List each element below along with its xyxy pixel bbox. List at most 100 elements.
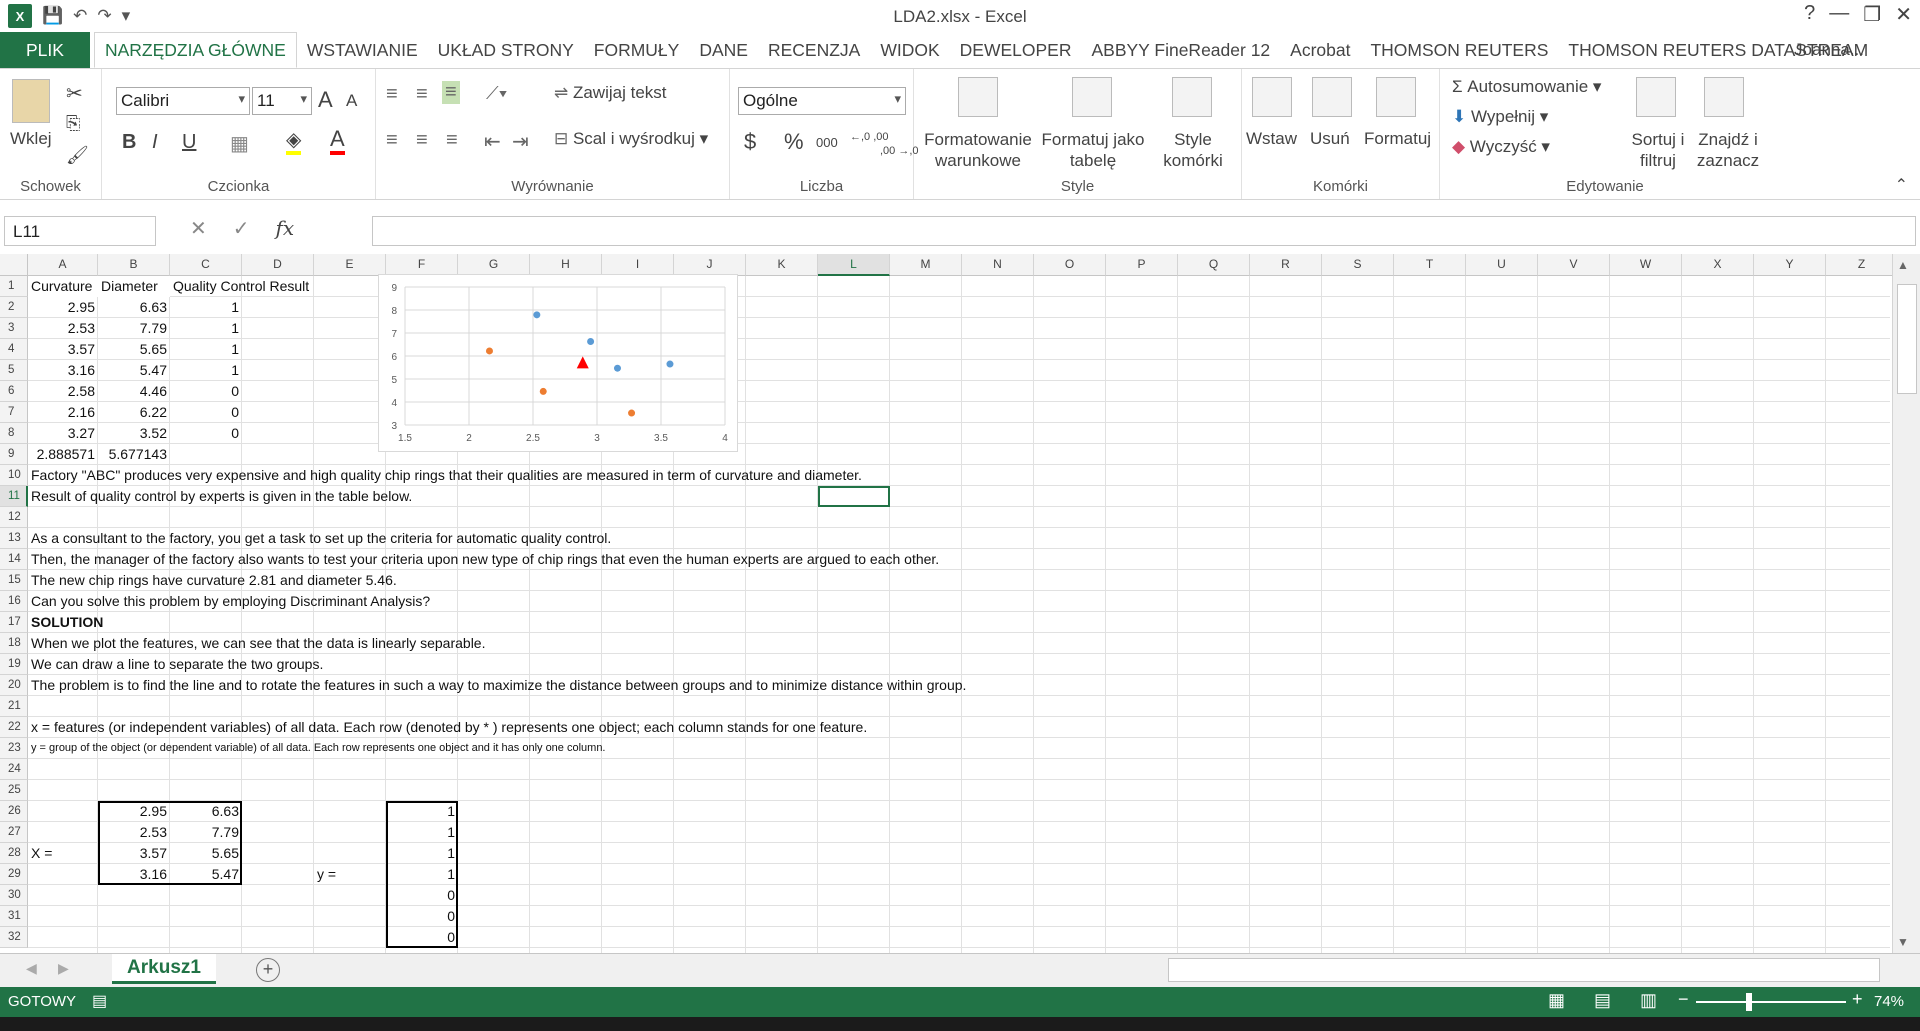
- row-header-14[interactable]: 14: [0, 549, 28, 570]
- merge-center-button[interactable]: ⊟ Scal i wyśrodkuj ▾: [554, 129, 708, 149]
- text-cell-row-15[interactable]: The new chip rings have curvature 2.81 a…: [28, 570, 1128, 591]
- data-cell[interactable]: 2.53: [28, 318, 98, 339]
- tab-10[interactable]: Acrobat: [1280, 32, 1360, 68]
- row-header-21[interactable]: 21: [0, 696, 28, 717]
- cell-b9[interactable]: 5.677143: [98, 444, 170, 465]
- row-header-15[interactable]: 15: [0, 570, 28, 591]
- thousands-button[interactable]: 000: [816, 135, 838, 150]
- row-header-3[interactable]: 3: [0, 318, 28, 339]
- autosum-button[interactable]: Σ Autosumowanie ▾: [1452, 77, 1601, 97]
- column-header-P[interactable]: P: [1106, 254, 1178, 276]
- text-cell-row-14[interactable]: Then, the manager of the factory also wa…: [28, 549, 1128, 570]
- data-cell[interactable]: 4.46: [98, 381, 170, 402]
- cell-styles-icon[interactable]: [1172, 77, 1212, 117]
- decrease-decimal-button[interactable]: ,00 →,0: [880, 145, 919, 157]
- spreadsheet-grid[interactable]: A B C D E F G H I J K L M N O P Q R S T U V W X Y Z 1 2 3 4 5 6 7 8 9 10 11 1…: [0, 254, 1920, 953]
- scroll-thumb[interactable]: [1897, 284, 1917, 394]
- data-cell[interactable]: 6.63: [98, 297, 170, 318]
- format-as-table-icon[interactable]: [1072, 77, 1112, 117]
- column-header-E[interactable]: E: [314, 254, 386, 276]
- data-cell[interactable]: 2.95: [28, 297, 98, 318]
- data-cell[interactable]: 1: [170, 360, 242, 381]
- sort-filter-icon[interactable]: [1636, 77, 1676, 117]
- minimize-icon[interactable]: —: [1829, 2, 1849, 27]
- text-cell-row-19[interactable]: We can draw a line to separate the two g…: [28, 654, 1128, 675]
- data-cell[interactable]: 2.16: [28, 402, 98, 423]
- cell-b1[interactable]: Diameter: [98, 276, 170, 297]
- column-header-Z[interactable]: Z: [1826, 254, 1898, 276]
- cell-a1[interactable]: Curvature: [28, 276, 98, 297]
- font-size-combo[interactable]: 11: [252, 87, 312, 115]
- data-cell[interactable]: 1: [170, 339, 242, 360]
- conditional-formatting-button[interactable]: Formatowanie warunkowe: [922, 129, 1034, 171]
- formula-input[interactable]: [372, 216, 1916, 246]
- format-cells-icon[interactable]: [1376, 77, 1416, 117]
- zoom-slider-thumb[interactable]: [1746, 993, 1752, 1011]
- column-header-B[interactable]: B: [98, 254, 170, 276]
- data-cell[interactable]: 1: [170, 318, 242, 339]
- text-cell-row-20[interactable]: The problem is to find the line and to r…: [28, 675, 1128, 696]
- tab-7[interactable]: WIDOK: [870, 32, 949, 68]
- row-header-11[interactable]: 11: [0, 486, 28, 507]
- text-cell-row-13[interactable]: As a consultant to the factory, you get …: [28, 528, 1128, 549]
- sort-filter-button[interactable]: Sortuj i filtruj: [1628, 129, 1688, 171]
- row-header-2[interactable]: 2: [0, 297, 28, 318]
- column-header-I[interactable]: I: [602, 254, 674, 276]
- column-header-J[interactable]: J: [674, 254, 746, 276]
- column-header-X[interactable]: X: [1682, 254, 1754, 276]
- row-header-19[interactable]: 19: [0, 654, 28, 675]
- cut-icon[interactable]: ✂: [66, 81, 83, 106]
- data-cell[interactable]: 0: [170, 423, 242, 444]
- row-header-18[interactable]: 18: [0, 633, 28, 654]
- fill-button[interactable]: ⬇ Wypełnij ▾: [1452, 107, 1548, 127]
- text-cell-row-18[interactable]: When we plot the features, we can see th…: [28, 633, 1128, 654]
- scroll-down-icon[interactable]: ▼: [1897, 935, 1909, 949]
- font-color-button[interactable]: A: [330, 127, 345, 155]
- text-cell-row-17[interactable]: SOLUTION: [28, 612, 1128, 633]
- tab-4[interactable]: FORMUŁY: [584, 32, 690, 68]
- text-cell-row-16[interactable]: Can you solve this problem by employing …: [28, 591, 1128, 612]
- column-header-S[interactable]: S: [1322, 254, 1394, 276]
- cell-c1[interactable]: Quality Control Result: [170, 276, 370, 297]
- currency-button[interactable]: $: [744, 129, 756, 155]
- row-header-7[interactable]: 7: [0, 402, 28, 423]
- data-cell[interactable]: 0: [170, 381, 242, 402]
- align-center-icon[interactable]: ≡: [416, 129, 428, 152]
- text-cell-row-11[interactable]: Result of quality control by experts is …: [28, 486, 1128, 507]
- zoom-slider[interactable]: [1696, 1001, 1846, 1003]
- row-header-27[interactable]: 27: [0, 822, 28, 843]
- data-cell[interactable]: 3.27: [28, 423, 98, 444]
- data-cell[interactable]: 3.57: [28, 339, 98, 360]
- cell-a9[interactable]: 2.888571: [28, 444, 98, 465]
- row-header-1[interactable]: 1: [0, 276, 28, 297]
- align-left-icon[interactable]: ≡: [386, 129, 398, 152]
- column-header-A[interactable]: A: [28, 254, 98, 276]
- align-top-icon[interactable]: ≡: [386, 83, 398, 106]
- data-cell[interactable]: 2.58: [28, 381, 98, 402]
- increase-decimal-button[interactable]: ←,0 ,00: [850, 131, 889, 143]
- row-header-17[interactable]: 17: [0, 612, 28, 633]
- column-header-M[interactable]: M: [890, 254, 962, 276]
- increase-indent-icon[interactable]: ⇥: [512, 129, 529, 154]
- zoom-in-button[interactable]: +: [1852, 989, 1863, 1010]
- italic-button[interactable]: I: [152, 131, 158, 154]
- tab-11[interactable]: THOMSON REUTERS: [1360, 32, 1558, 68]
- percent-button[interactable]: %: [784, 129, 804, 155]
- insert-function-button[interactable]: fx: [276, 216, 295, 241]
- confirm-icon[interactable]: ✓: [233, 216, 250, 241]
- scatter-chart[interactable]: 3 4 5 6 7 8 9 1.5 2 2.5 3 3.5 4: [378, 274, 738, 452]
- tab-5[interactable]: DANE: [689, 32, 758, 68]
- tab-3[interactable]: UKŁAD STRONY: [428, 32, 584, 68]
- cancel-icon[interactable]: ✕: [190, 216, 207, 241]
- underline-button[interactable]: U: [182, 131, 196, 154]
- conditional-formatting-icon[interactable]: [958, 77, 998, 117]
- select-all-corner[interactable]: [0, 254, 28, 276]
- column-header-O[interactable]: O: [1034, 254, 1106, 276]
- format-painter-icon[interactable]: 🖌: [66, 145, 89, 166]
- row-header-12[interactable]: 12: [0, 507, 28, 528]
- row-header-9[interactable]: 9: [0, 444, 28, 465]
- tab-9[interactable]: ABBYY FineReader 12: [1081, 32, 1280, 68]
- data-cell[interactable]: 3.52: [98, 423, 170, 444]
- data-cell[interactable]: 3.16: [28, 360, 98, 381]
- data-cell[interactable]: 5.65: [98, 339, 170, 360]
